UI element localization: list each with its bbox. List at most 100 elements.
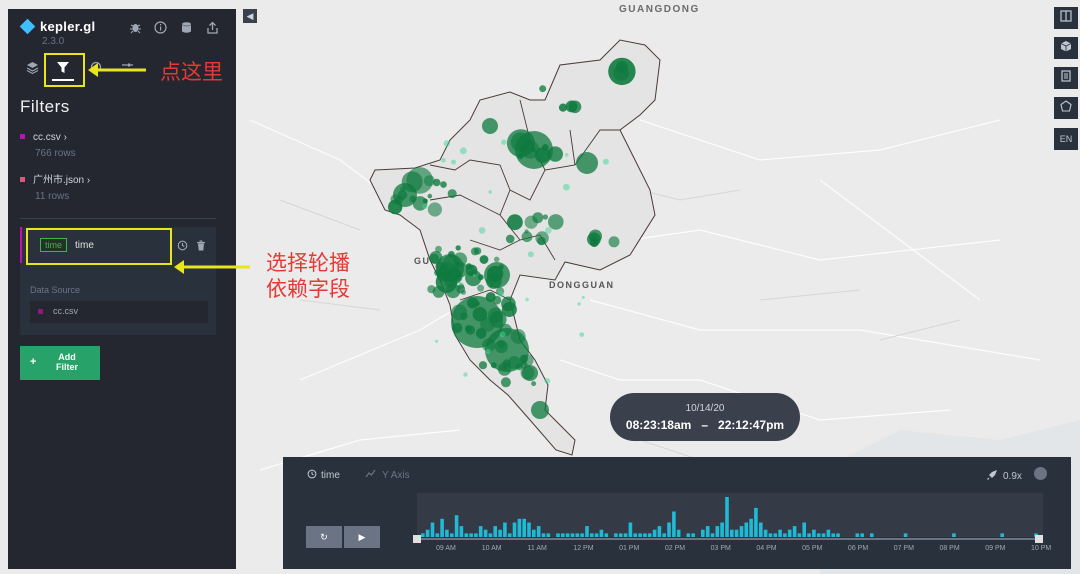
map-point [568,100,582,114]
map-point [477,284,485,292]
histogram-bar [783,533,787,537]
histogram-bar [676,529,681,537]
histogram-bar [623,533,628,537]
histogram-bar [821,533,826,537]
time-tick-label: 06 PM [847,545,869,552]
map-point [435,339,439,343]
app-version: 2.3.0 [42,36,65,47]
time-tick-label: 10 AM [481,545,502,552]
range-track [417,538,1043,540]
histogram-bar [749,518,753,537]
annotation-field-hint-line2: 依赖字段 [266,277,350,301]
map-point [515,131,553,169]
play-button[interactable]: ▶ [344,526,380,548]
histogram-bar [672,511,676,537]
histogram-bar [763,529,768,537]
time-field-selector[interactable]: time [307,469,340,481]
map-point [478,227,486,234]
y-axis-selector[interactable]: Y Axis [365,469,410,481]
time-tick-label: 07 PM [893,545,914,552]
place-label-dongguan: DONGGUAN [549,280,615,290]
clock-icon[interactable] [177,240,188,254]
histogram-bar [710,533,715,537]
histogram-bar [720,522,724,537]
time-tick-label: 03 PM [710,545,731,552]
map-point [587,232,601,247]
map-point [548,214,564,230]
map-point [500,377,511,388]
range-end-handle[interactable] [1035,535,1043,543]
time-display-date: 10/14/20 [685,403,725,414]
histogram-bar [633,533,637,537]
dataset-item-guangzhou-json[interactable]: 广州市.json › 11 rows [20,171,90,202]
histogram-bar [860,533,864,537]
histogram-bar [614,533,618,537]
annotation-arrow-left-icon [174,260,250,274]
export-icon[interactable] [205,21,219,37]
reset-button[interactable]: ↻ [306,526,342,548]
database-icon[interactable] [179,21,193,37]
language-button[interactable]: EN [1054,128,1078,150]
data-source-selector[interactable]: cc.csv [30,301,208,323]
histogram-bar [590,533,594,537]
histogram-bar [580,533,584,537]
histogram-bar [662,533,666,537]
dataset-name: cc.csv [33,132,61,143]
histogram-bar [802,522,806,537]
histogram-area[interactable] [413,489,1047,547]
speed-control[interactable]: 0.9x [987,469,1022,482]
map-point [484,262,510,288]
speed-dial-icon[interactable] [1034,467,1047,480]
histogram-bar [556,533,560,537]
layers-tab-icon[interactable] [24,61,40,77]
bug-icon[interactable] [128,21,142,37]
map-point [427,193,433,199]
range-start-handle[interactable] [413,535,421,543]
rocket-icon [987,470,997,480]
map-point [447,189,457,199]
time-tick-label: 08 PM [939,545,960,552]
histogram-bar [715,526,720,537]
dataset-item-cc-csv[interactable]: cc.csv › 766 rows [20,132,76,159]
add-filter-button[interactable]: + Add Filter [20,346,100,380]
histogram-bar [459,526,464,537]
legend-button[interactable] [1054,67,1078,89]
dataset-color-swatch [38,309,43,314]
histogram-bar [445,529,449,537]
map-point [443,140,450,147]
cube-icon [1060,41,1072,52]
map-point [615,61,628,74]
map-point [479,255,489,264]
map-point [579,332,585,337]
trash-icon[interactable] [196,240,206,254]
histogram-bar [532,529,536,537]
histogram-bar [638,533,642,537]
chevron-right-icon: › [63,132,67,143]
histogram-bar [522,518,526,537]
histogram-bar [836,533,840,537]
histogram-bar [628,522,633,537]
map-point [435,245,442,253]
histogram-bar [474,533,478,537]
3d-map-button[interactable] [1054,37,1078,59]
histogram-bar [541,533,546,537]
histogram-bar [507,533,512,537]
histogram-bar [1000,533,1004,537]
annotation-tab-hint: 点这里 [160,60,223,84]
draw-polygon-button[interactable] [1054,97,1078,119]
data-source-value: cc.csv [53,306,79,316]
map-point [524,215,538,229]
map-point [485,328,529,372]
chevron-left-icon: ◀ [246,11,254,21]
split-map-button[interactable] [1054,7,1078,29]
kepler-logo-icon [19,18,36,35]
dataset-rows: 766 rows [35,148,76,159]
time-tick-label: 02 PM [664,545,686,552]
collapse-panel-button[interactable]: ◀ [243,9,257,23]
info-icon[interactable] [153,21,167,37]
histogram-bar [725,497,729,537]
histogram-bar [792,526,797,537]
histogram-bar [734,529,739,537]
map-point [544,378,551,384]
map-point [440,181,447,188]
